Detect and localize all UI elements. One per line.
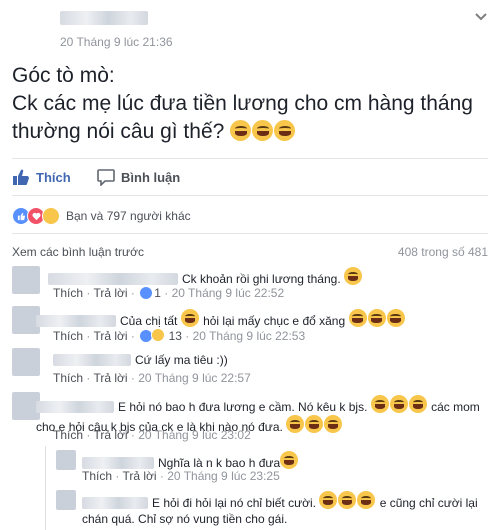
laughing-emoji-icon <box>344 267 363 285</box>
commenter-name-blurred[interactable] <box>36 315 116 327</box>
thumbs-up-icon <box>13 169 29 185</box>
comment-text: Ck khoản rồi ghi lương tháng. <box>182 272 341 286</box>
comment-label: Bình luận <box>121 169 181 185</box>
comment-reply-link[interactable]: Trả lời <box>93 286 127 300</box>
laughing-emoji-icon <box>357 491 376 509</box>
reactions-summary-text: Bạn và 797 người khác <box>66 209 191 223</box>
commenter-name-blurred[interactable] <box>53 354 131 366</box>
comments-count: 408 trong số 481 <box>397 245 488 259</box>
commenter-name-blurred[interactable] <box>82 457 154 469</box>
laughing-emoji-icon <box>319 491 338 509</box>
comment-button[interactable]: Bình luận <box>97 168 180 186</box>
haha-reaction-icon <box>42 207 60 225</box>
laughing-emoji-icon <box>305 415 324 433</box>
rofl-emoji-icon <box>386 309 405 327</box>
post-text-line-1: Góc tò mò: <box>12 64 115 87</box>
commenter-name-blurred[interactable] <box>48 273 178 285</box>
chevron-down-icon[interactable] <box>474 12 488 22</box>
divider <box>12 195 488 196</box>
rofl-emoji-icon <box>367 309 386 327</box>
post-timestamp[interactable]: 20 Tháng 9 lúc 21:36 <box>60 35 173 49</box>
comment-reaction-count[interactable]: 13 <box>169 329 182 343</box>
divider <box>12 233 488 234</box>
comment-text: E hỏi đi hỏi lại nó chỉ biết cười. <box>152 496 316 510</box>
comment-reply-link[interactable]: Trả lời <box>93 329 127 343</box>
comment-1: Ck khoản rồi ghi lương tháng. <box>48 267 488 287</box>
commenter-name-blurred[interactable] <box>36 401 114 413</box>
reply-1: Nghĩa là n k bao h đưa <box>82 451 488 471</box>
comment-like-link[interactable]: Thích <box>53 428 83 442</box>
divider <box>12 158 488 159</box>
laughing-emoji-icon <box>338 491 357 509</box>
comment-2: Của chị tất hỏi lại mấy chục e đổ xăng <box>36 309 488 329</box>
post-body: Góc tò mò: Ck các mẹ lúc đưa tiền lương … <box>12 62 488 146</box>
comment-3: Cứ lấy ma tiêu :)) <box>53 352 488 368</box>
laughing-emoji-icon <box>324 415 343 433</box>
comment-text: Của chị tất <box>120 314 178 328</box>
comment-meta: Thích · Trả lời · 20 Tháng 9 lúc 23:25 <box>82 469 280 483</box>
comment-reaction-count[interactable]: 1 <box>154 286 161 300</box>
speech-bubble-icon <box>97 169 115 186</box>
reply-2: E hỏi đi hỏi lại nó chỉ biết cười. e cũn… <box>82 491 488 527</box>
like-button[interactable]: Thích <box>12 168 71 186</box>
laughing-emoji-icon <box>274 120 296 141</box>
comment-time[interactable]: 20 Tháng 9 lúc 22:53 <box>193 329 306 343</box>
comment-time[interactable]: 20 Tháng 9 lúc 23:02 <box>138 428 251 442</box>
reactions-summary[interactable]: Bạn và 797 người khác <box>12 207 191 225</box>
comment-time[interactable]: 20 Tháng 9 lúc 22:52 <box>172 286 285 300</box>
haha-reaction-icon <box>151 328 166 342</box>
laughing-emoji-icon <box>286 415 305 433</box>
avatar[interactable] <box>12 266 40 294</box>
comment-meta: Thích · Trả lời · 13 · 20 Tháng 9 lúc 22… <box>53 328 306 343</box>
comment-text: E hỏi nó bao h đưa lương e cầm. Nó kêu k… <box>118 400 368 414</box>
comment-meta: Thích · Trả lời · 20 Tháng 9 lúc 23:02 <box>53 428 251 442</box>
laughing-emoji-icon <box>230 120 252 141</box>
comment-time[interactable]: 20 Tháng 9 lúc 22:57 <box>138 371 251 385</box>
post-header: 20 Tháng 9 lúc 21:36 <box>0 0 500 55</box>
rofl-emoji-icon <box>180 309 199 327</box>
author-name-blurred[interactable] <box>60 11 148 25</box>
like-reaction-icon <box>140 287 153 299</box>
comment-like-link[interactable]: Thích <box>53 329 83 343</box>
comment-like-link[interactable]: Thích <box>53 286 83 300</box>
comment-reply-link[interactable]: Trả lời <box>122 469 156 483</box>
laughing-emoji-icon <box>389 395 408 413</box>
laughing-emoji-icon <box>370 395 389 413</box>
laughing-emoji-icon <box>408 395 427 413</box>
comment-like-link[interactable]: Thích <box>82 469 112 483</box>
rofl-emoji-icon <box>348 309 367 327</box>
reply-thread-line <box>45 446 46 530</box>
comment-reply-link[interactable]: Trả lời <box>93 371 127 385</box>
like-label: Thích <box>36 169 71 185</box>
avatar[interactable] <box>56 450 76 470</box>
avatar[interactable] <box>56 490 76 510</box>
comment-time[interactable]: 20 Tháng 9 lúc 23:25 <box>167 469 280 483</box>
laughing-emoji-icon <box>252 120 274 141</box>
comment-meta: Thích · Trả lời · 1 · 20 Tháng 9 lúc 22:… <box>53 286 285 300</box>
view-previous-comments-link[interactable]: Xem các bình luận trước <box>12 245 144 259</box>
comment-text: Nghĩa là n k bao h đưa <box>158 456 281 470</box>
comment-text-continued: hỏi lại mấy chục e đổ xăng <box>203 314 346 328</box>
comment-text: Cứ lấy ma tiêu :)) <box>135 353 228 367</box>
comment-reply-link[interactable]: Trả lời <box>93 428 127 442</box>
comment-like-link[interactable]: Thích <box>53 371 83 385</box>
comment-meta: Thích · Trả lời · 20 Tháng 9 lúc 22:57 <box>53 371 251 385</box>
avatar[interactable] <box>12 348 40 376</box>
commenter-name-blurred[interactable] <box>82 497 148 509</box>
laughing-emoji-icon <box>280 451 299 469</box>
